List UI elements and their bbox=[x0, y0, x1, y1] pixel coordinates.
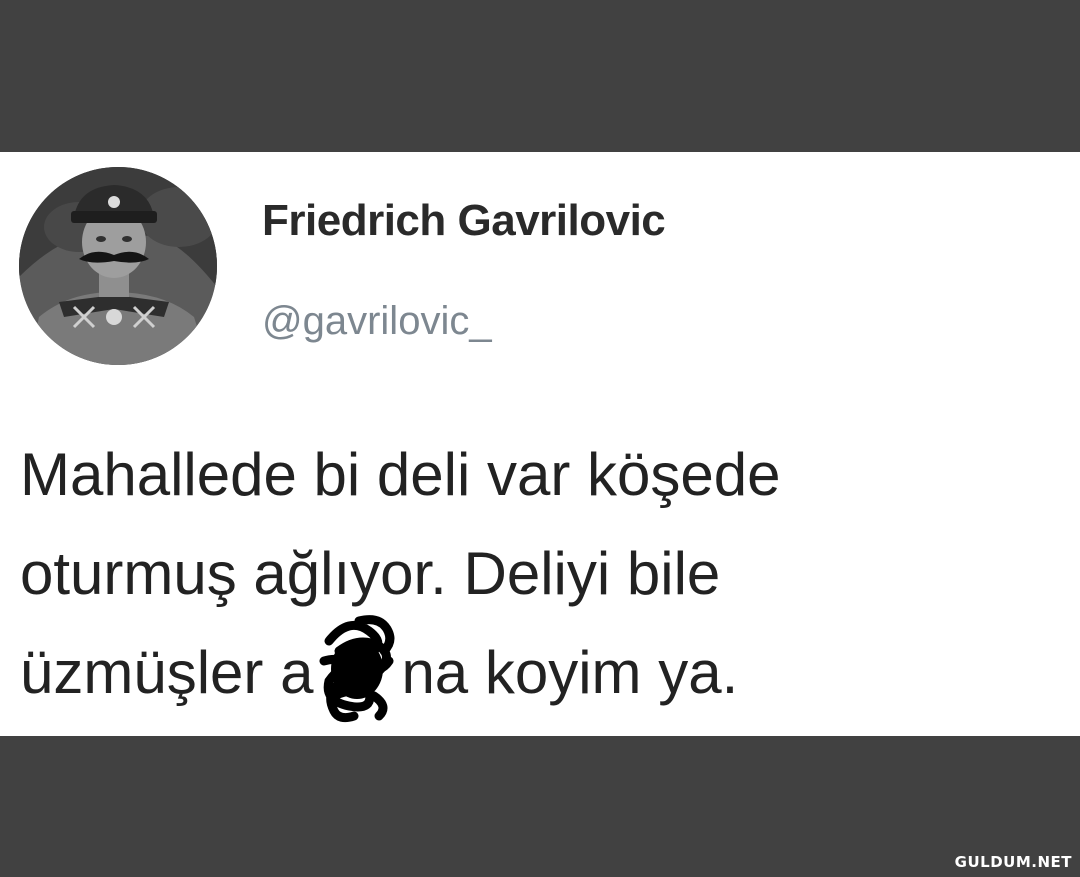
display-name[interactable]: Friedrich Gavrilovic bbox=[262, 196, 666, 246]
censor-scribble bbox=[313, 615, 401, 723]
tweet-text: Mahallede bi deli var köşede oturmuş ağl… bbox=[20, 427, 1060, 724]
user-handle[interactable]: @gavrilovic_ bbox=[262, 299, 492, 344]
tweet-text-segment: üzmüşler a bbox=[20, 639, 314, 706]
avatar-portrait-image bbox=[19, 167, 217, 365]
tweet-text-line: üzmüşler a na koyim ya. bbox=[20, 615, 1060, 724]
tweet-text-segment: na koyim ya. bbox=[401, 639, 739, 706]
tweet-text-line: Mahallede bi deli var köşede bbox=[20, 441, 781, 508]
tweet-card: Friedrich Gavrilovic @gavrilovic_ Mahall… bbox=[0, 152, 1080, 736]
tweet-text-line: oturmuş ağlıyor. Deliyi bile bbox=[20, 540, 721, 607]
profile-avatar[interactable] bbox=[19, 167, 217, 365]
watermark-logo: GULDUM.NET bbox=[954, 853, 1072, 871]
